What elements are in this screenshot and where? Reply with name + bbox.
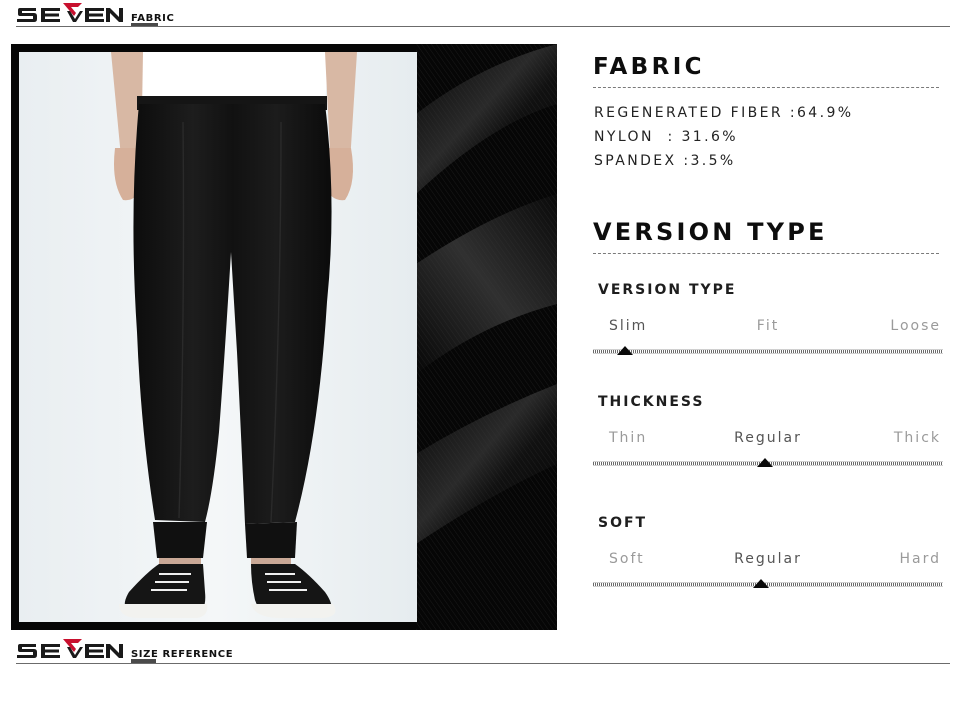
dotted-divider	[593, 87, 939, 88]
model-photo	[19, 52, 417, 622]
product-photo-panel	[11, 44, 557, 630]
scale-option-loose: Loose	[890, 318, 941, 334]
scale-option-hard: Hard	[899, 551, 941, 567]
scale-option-regular: Regular	[734, 430, 802, 446]
header-rule	[16, 663, 950, 664]
seven-logo	[17, 3, 123, 22]
scale-title: SOFT	[598, 515, 648, 531]
scale-marker-triangle-icon	[753, 579, 769, 588]
fabric-heading: FABRIC	[593, 54, 705, 80]
composition-item: REGENERATED FIBER :64.9%	[594, 105, 854, 121]
header-strip-bottom: SIZE REFERENCE	[0, 636, 960, 666]
scale-title: THICKNESS	[598, 394, 705, 410]
seven-logo	[17, 639, 123, 658]
fabric-composition-list: REGENERATED FIBER :64.9% NYLON : 31.6% S…	[594, 101, 853, 173]
scale-option-regular: Regular	[734, 551, 802, 567]
version-type-scale: VERSION TYPE Slim Fit Loose	[593, 282, 943, 362]
composition-item: SPANDEX :3.5%	[594, 153, 736, 169]
version-type-heading: VERSION TYPE	[593, 218, 828, 246]
dotted-divider	[593, 253, 939, 254]
scale-marker-triangle-icon	[756, 458, 773, 467]
header-strip-top: FABRIC	[0, 0, 960, 30]
thickness-scale: THICKNESS Thin Regular Thick	[593, 394, 943, 474]
scale-title: VERSION TYPE	[598, 282, 737, 298]
composition-item: NYLON : 31.6%	[594, 129, 738, 145]
scale-track	[593, 349, 943, 354]
scale-option-thick: Thick	[893, 430, 941, 446]
header-rule	[16, 26, 950, 27]
scale-marker-triangle-icon	[616, 346, 633, 355]
softness-scale: SOFT Soft Regular Hard	[593, 515, 943, 595]
model-wearing-pants-image	[19, 52, 417, 622]
